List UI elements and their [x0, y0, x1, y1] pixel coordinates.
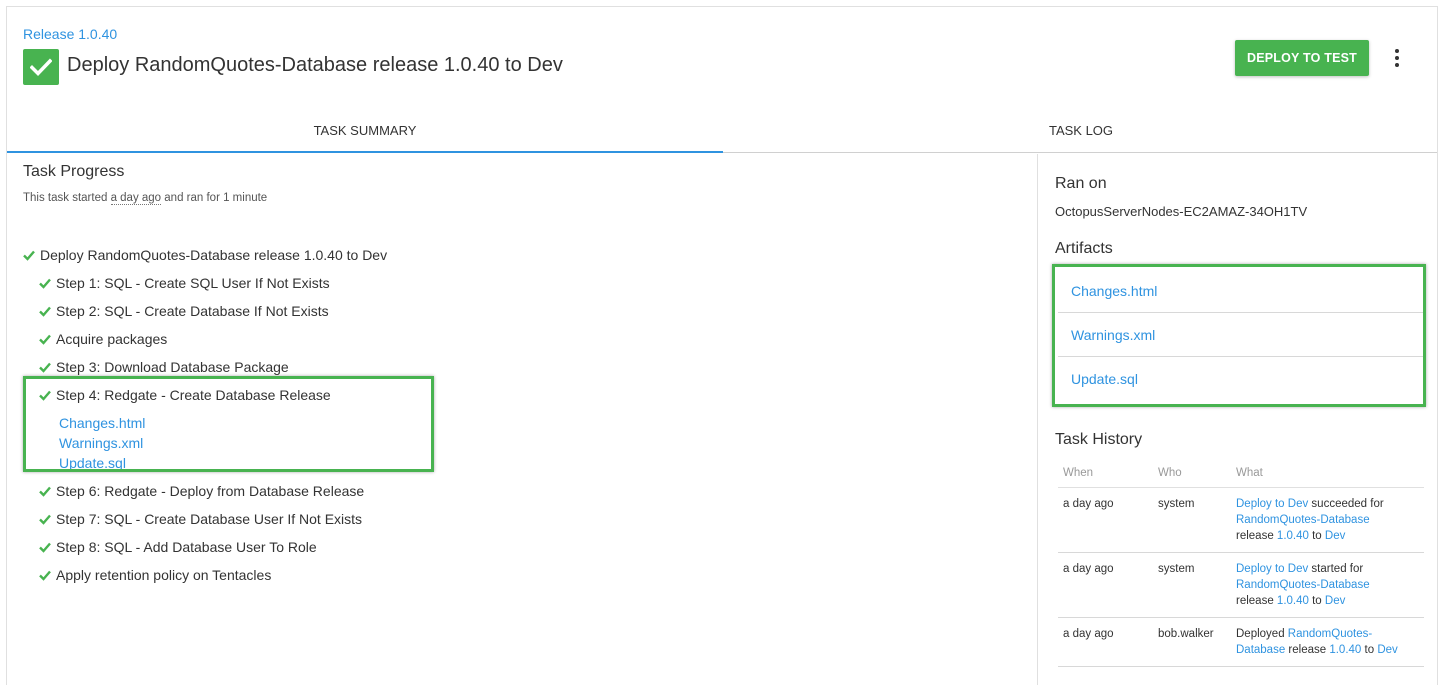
step-item[interactable]: Step 8: SQL - Add Database User To Role [39, 537, 317, 557]
tab-bar: TASK SUMMARY TASK LOG [7, 107, 1437, 153]
history-row: a day ago system Deploy to Dev succeeded… [1058, 487, 1424, 553]
check-icon [39, 278, 51, 289]
tab-task-log[interactable]: TASK LOG [723, 107, 1439, 153]
deploy-to-test-button[interactable]: DEPLOY TO TEST [1235, 40, 1369, 76]
history-text: release [1236, 594, 1277, 607]
history-when: a day ago [1058, 487, 1153, 553]
step-item[interactable]: Acquire packages [39, 329, 167, 349]
check-icon [39, 362, 51, 373]
check-icon [39, 542, 51, 553]
history-text: release [1285, 643, 1330, 656]
ran-on-heading: Ran on [1055, 175, 1107, 192]
page-title: Deploy RandomQuotes-Database release 1.0… [67, 54, 563, 76]
history-text: succeeded for [1308, 497, 1384, 510]
task-duration-text: This task started a day ago and ran for … [23, 192, 268, 205]
history-text: to [1308, 594, 1325, 607]
step-item[interactable]: Step 1: SQL - Create SQL User If Not Exi… [39, 273, 330, 293]
step-label: Step 3: Download Database Package [56, 359, 289, 375]
check-icon [23, 250, 35, 261]
history-link[interactable]: 1.0.40 [1277, 530, 1309, 542]
step-label: Apply retention policy on Tentacles [56, 567, 272, 583]
step-label: Step 6: Redgate - Deploy from Database R… [56, 483, 365, 499]
root-task-label: Deploy RandomQuotes-Database release 1.0… [40, 247, 388, 263]
history-row: a day ago bob.walker Deployed RandomQuot… [1058, 617, 1424, 667]
history-link[interactable]: Deploy to Dev [1236, 498, 1308, 510]
step-label: Acquire packages [56, 331, 168, 347]
step-label: Step 7: SQL - Create Database User If No… [56, 511, 363, 527]
step-item[interactable]: Apply retention policy on Tentacles [39, 565, 271, 585]
history-link[interactable]: 1.0.40 [1277, 595, 1309, 607]
tab-task-summary[interactable]: TASK SUMMARY [7, 107, 723, 153]
task-header: Release 1.0.40 Deploy RandomQuotes-Datab… [7, 7, 1437, 107]
history-text: started for [1308, 562, 1364, 575]
history-text: release [1236, 529, 1277, 542]
check-icon [39, 306, 51, 317]
history-who: bob.walker [1153, 617, 1231, 667]
history-link[interactable]: Database [1236, 644, 1285, 656]
task-progress-heading: Task Progress [23, 163, 125, 180]
task-info-sidebar: Ran on OctopusServerNodes-EC2AMAZ-34OH1T… [1037, 154, 1439, 685]
col-header-when: When [1058, 459, 1153, 488]
history-link[interactable]: RandomQuotes- [1288, 628, 1372, 640]
started-prefix: This task started [23, 192, 111, 204]
step-label: Step 8: SQL - Add Database User To Role [56, 539, 317, 555]
started-time[interactable]: a day ago [110, 192, 162, 205]
step-item[interactable]: Step 6: Redgate - Deploy from Database R… [39, 481, 364, 501]
task-history-heading: Task History [1055, 431, 1143, 448]
history-header-row: When Who What [1058, 459, 1424, 488]
success-status-icon [23, 49, 59, 85]
step-item[interactable]: Step 2: SQL - Create Database If Not Exi… [39, 301, 329, 321]
release-breadcrumb-link[interactable]: Release 1.0.40 [23, 26, 117, 42]
step-item[interactable]: Step 7: SQL - Create Database User If No… [39, 509, 362, 529]
history-when: a day ago [1058, 617, 1153, 667]
root-task-item[interactable]: Deploy RandomQuotes-Database release 1.0… [23, 245, 387, 265]
more-options-icon[interactable] [1387, 45, 1407, 71]
history-link[interactable]: Dev [1325, 530, 1345, 542]
history-link[interactable]: Deploy to Dev [1236, 563, 1308, 575]
step-label: Step 2: SQL - Create Database If Not Exi… [56, 303, 329, 319]
ran-on-node: OctopusServerNodes-EC2AMAZ-34OH1TV [1055, 204, 1308, 219]
task-page: Release 1.0.40 Deploy RandomQuotes-Datab… [6, 6, 1438, 685]
history-row: a day ago system Deploy to Dev started f… [1058, 552, 1424, 618]
col-header-who: Who [1153, 459, 1231, 488]
history-what: Deploy to Dev succeeded for RandomQuotes… [1231, 487, 1424, 553]
history-text: to [1308, 529, 1325, 542]
task-progress-panel: Task Progress This task started a day ag… [7, 154, 1037, 685]
col-header-what: What [1231, 459, 1424, 488]
history-text: Deployed [1236, 627, 1288, 640]
check-icon [39, 486, 51, 497]
active-tab-indicator [7, 151, 723, 153]
check-icon [39, 570, 51, 581]
check-icon [39, 334, 51, 345]
task-history-table: When Who What a day ago system Deploy to… [1058, 459, 1424, 667]
started-suffix: and ran for 1 minute [161, 192, 268, 204]
history-who: system [1153, 487, 1231, 553]
artifacts-heading: Artifacts [1055, 240, 1113, 257]
history-what: Deployed RandomQuotes- Database release 1… [1231, 617, 1424, 667]
step-item[interactable]: Step 3: Download Database Package [39, 357, 289, 377]
history-link[interactable]: RandomQuotes-Database [1236, 579, 1370, 591]
step4-highlight-box [23, 376, 434, 472]
history-what: Deploy to Dev started for RandomQuotes-D… [1231, 552, 1424, 618]
history-when: a day ago [1058, 552, 1153, 618]
history-link[interactable]: Dev [1377, 644, 1397, 656]
history-link[interactable]: Dev [1325, 595, 1345, 607]
history-text: to [1361, 643, 1378, 656]
artifacts-highlight-box [1052, 264, 1426, 407]
step-label: Step 1: SQL - Create SQL User If Not Exi… [56, 275, 330, 291]
check-icon [39, 514, 51, 525]
history-who: system [1153, 552, 1231, 618]
history-link[interactable]: RandomQuotes-Database [1236, 514, 1370, 526]
history-link[interactable]: 1.0.40 [1329, 644, 1361, 656]
